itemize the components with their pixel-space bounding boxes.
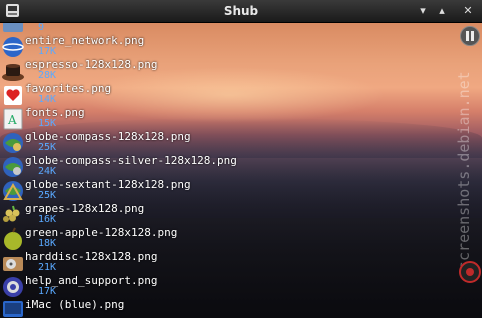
file-size: 25K — [38, 142, 57, 153]
globe-sextant-icon — [3, 181, 23, 201]
file-size: 15K — [38, 118, 57, 129]
green-apple-icon — [4, 227, 22, 250]
maximize-button[interactable]: ▴ — [434, 3, 450, 19]
file-size: 25K — [38, 190, 57, 201]
file-size: 18K — [38, 238, 57, 249]
shub-window: Shub ▾ ▴ ✕ 9 entire_network.png 17K espr… — [0, 0, 482, 318]
file-name: globe-compass-silver-128x128.png — [25, 154, 237, 167]
file-size: 14K — [38, 94, 57, 105]
file-name: iMac (blue).png — [25, 298, 125, 311]
grapes-icon — [3, 205, 20, 222]
espresso-cup-icon — [2, 64, 24, 81]
file-size: 17K — [38, 286, 57, 297]
file-size: 16K — [38, 214, 57, 225]
window-title: Shub — [223, 4, 259, 18]
record-icon[interactable] — [459, 261, 481, 283]
watermark: screenshots.debian.net — [456, 71, 473, 270]
title-bar[interactable]: Shub ▾ ▴ ✕ — [0, 0, 482, 23]
fonts-icon: A — [3, 108, 23, 130]
file-size: 21K — [38, 262, 57, 273]
network-globe-icon — [2, 37, 24, 57]
imac-icon — [3, 301, 23, 317]
file-size: 17K — [38, 46, 57, 57]
folder-icon — [3, 23, 23, 32]
close-button[interactable]: ✕ — [460, 3, 476, 19]
globe-compass-icon — [3, 133, 23, 153]
wallpaper-sunset: 9 entire_network.png 17K espresso-128x12… — [0, 23, 482, 318]
svg-text:screenshots.debian.net: screenshots.debian.net — [456, 71, 473, 270]
file-size: 9 — [38, 23, 45, 33]
help-icon — [3, 277, 23, 297]
harddisc-icon — [3, 257, 23, 271]
file-size: 28K — [38, 70, 57, 81]
globe-compass-silver-icon — [3, 157, 23, 177]
file-size: 24K — [38, 166, 57, 177]
svg-text:A: A — [7, 113, 17, 127]
heart-card-icon — [4, 86, 22, 105]
minimize-button[interactable]: ▾ — [415, 3, 431, 19]
